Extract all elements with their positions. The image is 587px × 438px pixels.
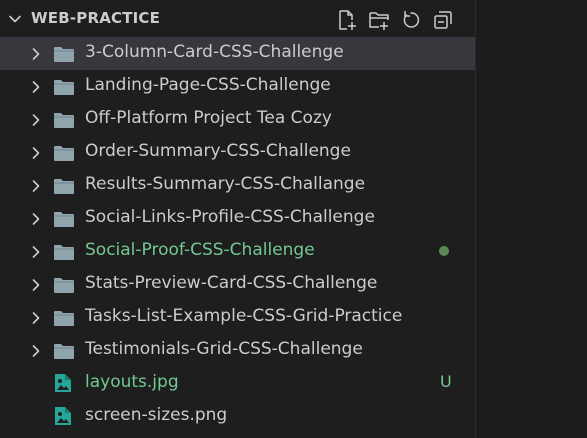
- folder-icon: [54, 311, 74, 326]
- new-file-button[interactable]: [336, 9, 358, 31]
- chevron-right-icon[interactable]: [28, 343, 44, 359]
- tree-item-label: 3-Column-Card-CSS-Challenge: [85, 42, 344, 62]
- tree-item-results-summary-css-challange[interactable]: Results-Summary-CSS-Challange: [0, 169, 475, 202]
- tree-item-label: screen-sizes.png: [85, 405, 228, 425]
- explorer-panel: WEB-PRACTICE 3-Column-Card-CSS-Challenge…: [0, 0, 475, 438]
- new-file-icon: [339, 10, 356, 30]
- chevron-right-icon[interactable]: [28, 112, 44, 128]
- explorer-section-header[interactable]: WEB-PRACTICE: [0, 0, 475, 38]
- tree-item-label: Testimonials-Grid-CSS-Challenge: [85, 339, 363, 359]
- folder-icon: [54, 80, 74, 95]
- folder-icon: [54, 47, 74, 62]
- chevron-right-icon[interactable]: [28, 244, 44, 260]
- tree-item-label: layouts.jpg: [85, 372, 179, 392]
- tree-item-tasks-list-example-css-grid-practice[interactable]: Tasks-List-Example-CSS-Grid-Practice: [0, 301, 475, 334]
- refresh-button[interactable]: [400, 9, 422, 31]
- tree-item-label: Off-Platform Project Tea Cozy: [85, 108, 332, 128]
- folder-icon: [54, 113, 74, 128]
- tree-item-screen-sizes-png[interactable]: screen-sizes.png: [0, 400, 475, 433]
- tree-item-label: Social-Links-Profile-CSS-Challenge: [85, 207, 375, 227]
- tree-item-label: Stats-Preview-Card-CSS-Challenge: [85, 273, 378, 293]
- chevron-right-icon[interactable]: [28, 79, 44, 95]
- explorer-actions: [336, 9, 454, 31]
- tree-item-landing-page-css-challenge[interactable]: Landing-Page-CSS-Challenge: [0, 70, 475, 103]
- folder-icon: [54, 212, 74, 227]
- image-file-icon: [55, 374, 71, 392]
- folder-icon: [54, 146, 74, 161]
- chevron-down-icon[interactable]: [7, 11, 23, 27]
- chevron-right-icon[interactable]: [28, 310, 44, 326]
- section-title: WEB-PRACTICE: [31, 9, 161, 27]
- explorer-view: WEB-PRACTICE 3-Column-Card-CSS-Challenge…: [0, 0, 587, 438]
- tree-item-label: Order-Summary-CSS-Challenge: [85, 141, 351, 161]
- tree-item-label: Results-Summary-CSS-Challange: [85, 174, 366, 194]
- collapse-all-button[interactable]: [432, 9, 454, 31]
- tree-item-order-summary-css-challenge[interactable]: Order-Summary-CSS-Challenge: [0, 136, 475, 169]
- file-tree: 3-Column-Card-CSS-Challenge Landing-Page…: [0, 37, 475, 433]
- tree-item-testimonials-grid-css-challenge[interactable]: Testimonials-Grid-CSS-Challenge: [0, 334, 475, 367]
- tree-item-label: Landing-Page-CSS-Challenge: [85, 75, 331, 95]
- tree-item-layouts-jpg[interactable]: layouts.jpg U: [0, 367, 475, 400]
- chevron-right-icon[interactable]: [28, 277, 44, 293]
- git-status-dot: [439, 246, 449, 256]
- tree-item-label: Tasks-List-Example-CSS-Grid-Practice: [85, 306, 403, 326]
- image-file-icon: [55, 407, 71, 425]
- refresh-icon: [403, 10, 420, 28]
- tree-item-label: Social-Proof-CSS-Challenge: [85, 240, 315, 260]
- folder-icon: [54, 179, 74, 194]
- chevron-right-icon[interactable]: [28, 178, 44, 194]
- tree-item-social-proof-css-challenge[interactable]: Social-Proof-CSS-Challenge: [0, 235, 475, 268]
- collapse-all-icon: [434, 11, 452, 29]
- new-folder-button[interactable]: [368, 9, 390, 31]
- tree-item-3-column-card-css-challenge[interactable]: 3-Column-Card-CSS-Challenge: [0, 37, 475, 70]
- folder-icon: [54, 278, 74, 293]
- folder-icon: [54, 245, 74, 260]
- editor-area: [475, 0, 587, 438]
- tree-item-social-links-profile-css-challenge[interactable]: Social-Links-Profile-CSS-Challenge: [0, 202, 475, 235]
- tree-item-off-platform-project-tea-cozy[interactable]: Off-Platform Project Tea Cozy: [0, 103, 475, 136]
- new-folder-icon: [369, 12, 389, 30]
- folder-icon: [54, 344, 74, 359]
- tree-item-stats-preview-card-css-challenge[interactable]: Stats-Preview-Card-CSS-Challenge: [0, 268, 475, 301]
- chevron-right-icon[interactable]: [28, 145, 44, 161]
- chevron-right-icon[interactable]: [28, 211, 44, 227]
- git-untracked-badge: U: [440, 372, 452, 391]
- chevron-right-icon[interactable]: [28, 46, 44, 62]
